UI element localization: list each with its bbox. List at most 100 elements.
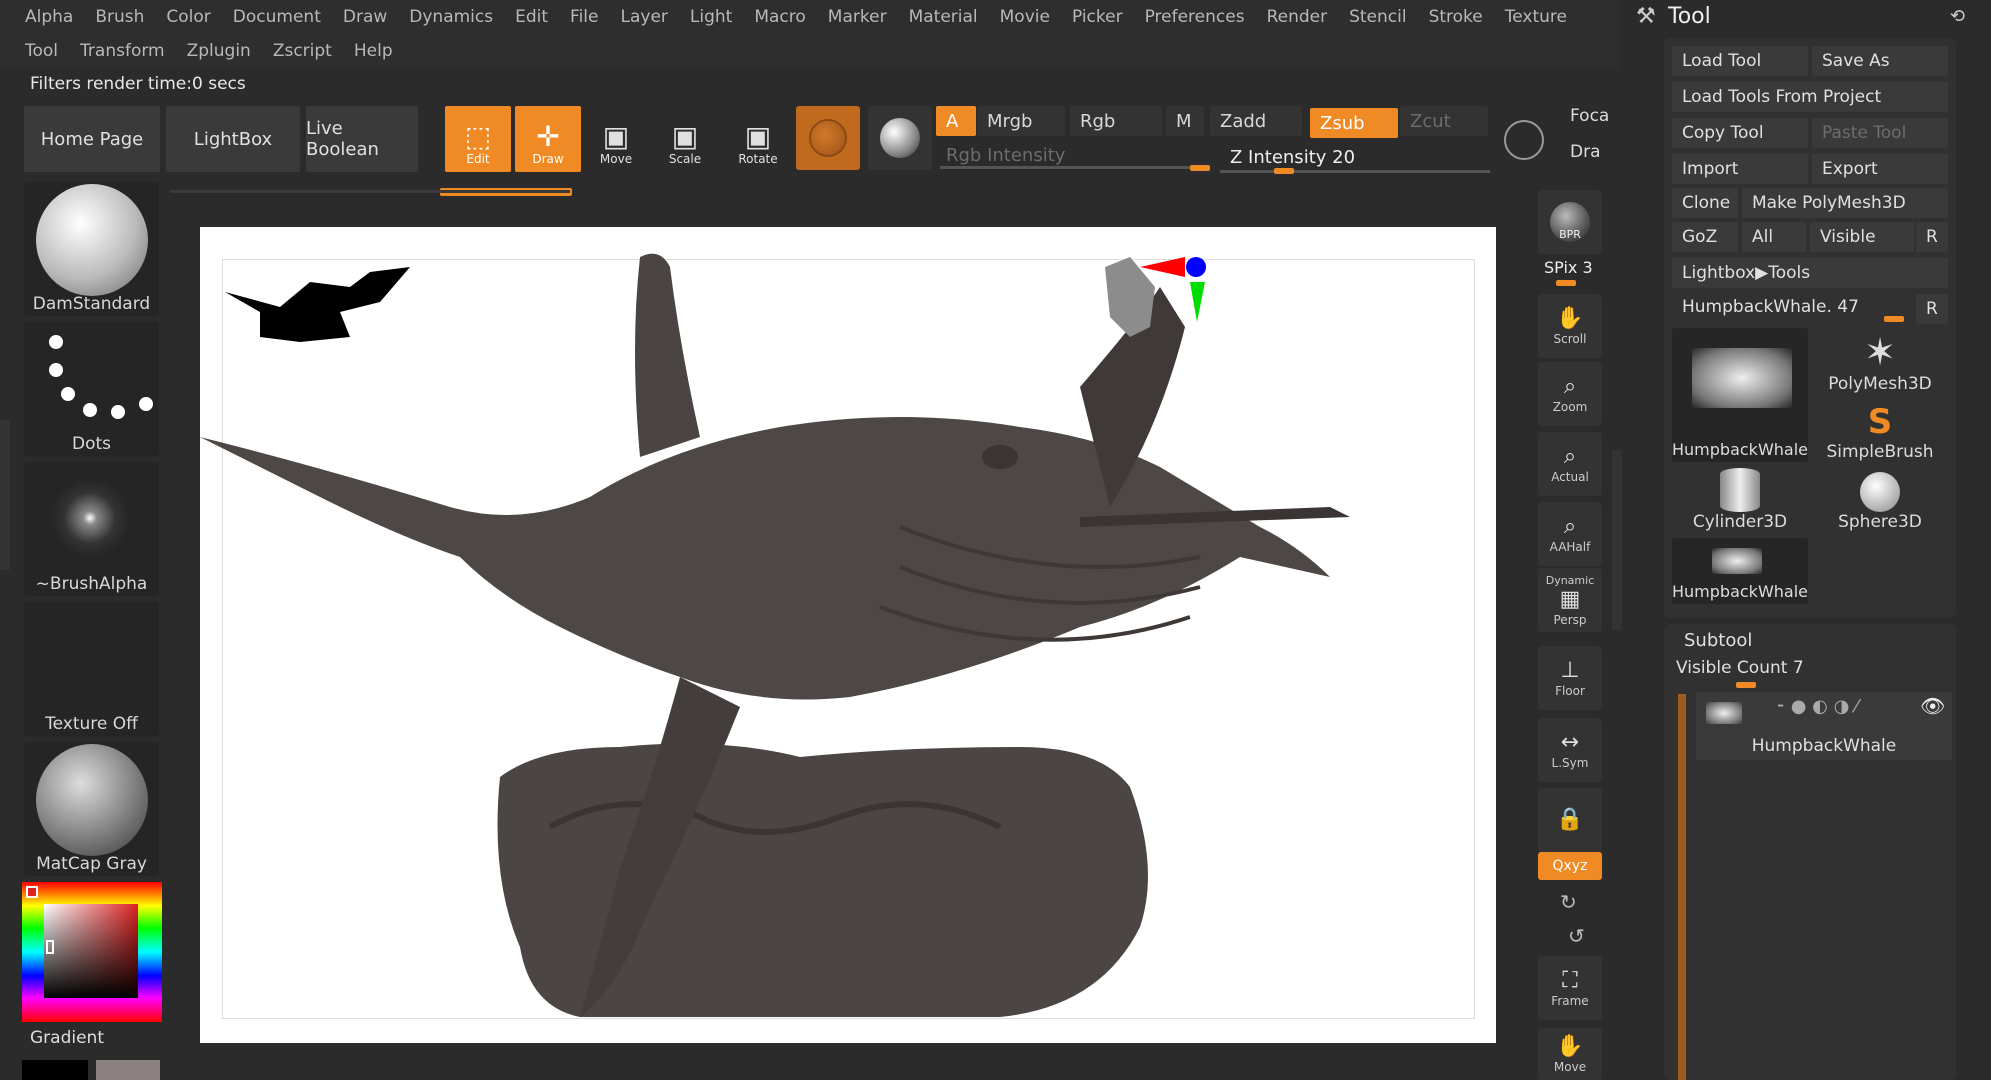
lightbox-button[interactable]: LightBox xyxy=(166,106,300,172)
menu-marker[interactable]: Marker xyxy=(817,7,898,27)
visible-count-slider[interactable]: Visible Count 7 xyxy=(1676,658,1804,678)
persp-button[interactable]: Dynamic ▦ Persp xyxy=(1538,568,1602,632)
color-picker-cursor[interactable] xyxy=(46,940,54,954)
menu-dynamics[interactable]: Dynamics xyxy=(398,7,504,27)
subtool-toggle-icons[interactable]: ⁃ ● ◐ ◑ ⁄ xyxy=(1776,696,1858,717)
actual-button[interactable]: ⌕ Actual xyxy=(1538,432,1602,496)
goz-button[interactable]: GoZ xyxy=(1672,222,1738,252)
rgb-intensity-knob[interactable] xyxy=(1190,165,1210,171)
goz-r-button[interactable]: R xyxy=(1916,222,1948,252)
local-symmetry-button[interactable]: ↔ L.Sym xyxy=(1538,718,1602,782)
menu-tool[interactable]: Tool xyxy=(14,41,69,61)
menu-zplugin[interactable]: Zplugin xyxy=(176,41,262,61)
subtool-scrollbar[interactable] xyxy=(1678,694,1686,1080)
aahalf-button[interactable]: ⌕ AAHalf xyxy=(1538,502,1602,566)
menu-material[interactable]: Material xyxy=(898,7,989,27)
main-color-swatch-2[interactable] xyxy=(96,1060,160,1080)
zoom-button[interactable]: ⌕ Zoom xyxy=(1538,362,1602,426)
zcut-toggle[interactable]: Zcut xyxy=(1400,106,1488,136)
menu-preferences[interactable]: Preferences xyxy=(1134,7,1256,27)
menu-alpha[interactable]: Alpha xyxy=(14,7,84,27)
menu-brush[interactable]: Brush xyxy=(84,7,155,27)
whale-model-viewport[interactable] xyxy=(200,227,1496,1043)
stroke-selector[interactable]: Dots xyxy=(24,322,159,456)
copy-tool-button[interactable]: Copy Tool xyxy=(1672,118,1808,148)
y-rotation-icon[interactable]: ↻ xyxy=(1560,890,1577,914)
visible-count-knob[interactable] xyxy=(1736,682,1756,688)
z-intensity-slider[interactable]: Z Intensity 20 xyxy=(1220,142,1490,172)
draw-mode-button[interactable]: ✛ Draw xyxy=(515,106,581,172)
menu-picker[interactable]: Picker xyxy=(1061,7,1134,27)
load-tool-button[interactable]: Load Tool xyxy=(1672,46,1808,76)
tool-thumb-simplebrush[interactable]: S SimpleBrush xyxy=(1812,396,1948,462)
zadd-toggle[interactable]: Zadd xyxy=(1210,106,1302,136)
current-tool-slider[interactable]: HumpbackWhale. 47 xyxy=(1672,292,1912,322)
import-button[interactable]: Import xyxy=(1672,154,1808,184)
color-picker[interactable] xyxy=(22,882,162,1022)
z-rotation-icon[interactable]: ↺ xyxy=(1568,924,1585,948)
live-boolean-button[interactable]: Live Boolean xyxy=(306,106,418,172)
tool-thumb-humpbackwhale[interactable]: HumpbackWhale xyxy=(1672,328,1808,462)
eye-visibility-icon[interactable]: 👁 xyxy=(1920,694,1945,718)
material-swatch-button[interactable] xyxy=(796,106,860,170)
lightbox-tools-button[interactable]: Lightbox▶Tools xyxy=(1672,258,1948,288)
menu-layer[interactable]: Layer xyxy=(610,7,679,27)
menu-zscript[interactable]: Zscript xyxy=(262,41,343,61)
scroll-button[interactable]: ✋ Scroll xyxy=(1538,294,1602,358)
left-tray-handle[interactable] xyxy=(0,420,10,570)
gradient-label[interactable]: Gradient xyxy=(30,1028,104,1048)
load-tools-from-project-button[interactable]: Load Tools From Project xyxy=(1672,82,1948,112)
m-toggle[interactable]: M xyxy=(1166,106,1204,136)
tool-thumb-sphere3d[interactable]: Sphere3D xyxy=(1812,466,1948,532)
main-color-swatch[interactable] xyxy=(26,886,38,898)
export-button[interactable]: Export xyxy=(1812,154,1948,184)
menu-color[interactable]: Color xyxy=(155,7,221,27)
menu-stroke[interactable]: Stroke xyxy=(1418,7,1494,27)
move-mode-button[interactable]: ▣ Move xyxy=(583,106,649,172)
rotate-mode-button[interactable]: ▣ Rotate xyxy=(725,106,791,172)
material-selector[interactable]: MatCap Gray xyxy=(24,742,159,876)
sculptris-button[interactable] xyxy=(868,106,932,170)
goz-all-button[interactable]: All xyxy=(1742,222,1806,252)
alpha-selector[interactable]: ~BrushAlpha xyxy=(24,462,159,596)
spix-label[interactable]: SPix 3 xyxy=(1544,258,1593,277)
lock-button[interactable]: 🔒 xyxy=(1538,788,1602,852)
clone-button[interactable]: Clone xyxy=(1672,188,1738,218)
subtool-item-humpbackwhale[interactable]: ⁃ ● ◐ ◑ ⁄ 👁 HumpbackWhale xyxy=(1696,692,1952,760)
edit-mode-button[interactable]: ⬚ Edit xyxy=(445,106,511,172)
tool-thumb-cylinder3d[interactable]: Cylinder3D xyxy=(1672,466,1808,532)
paste-tool-button[interactable]: Paste Tool xyxy=(1812,118,1948,148)
refresh-icon[interactable]: ⟲ xyxy=(1950,6,1965,27)
current-tool-knob[interactable] xyxy=(1884,316,1904,322)
current-tool-r-button[interactable]: R xyxy=(1916,294,1948,324)
menu-texture[interactable]: Texture xyxy=(1494,7,1578,27)
subtool-title[interactable]: Subtool xyxy=(1684,630,1752,651)
save-as-button[interactable]: Save As xyxy=(1812,46,1948,76)
menu-draw[interactable]: Draw xyxy=(332,7,398,27)
menu-file[interactable]: File xyxy=(559,7,609,27)
menu-macro[interactable]: Macro xyxy=(743,7,816,27)
menu-transform[interactable]: Transform xyxy=(69,41,176,61)
menu-stencil[interactable]: Stencil xyxy=(1338,7,1417,27)
zsub-toggle[interactable]: Zsub xyxy=(1310,108,1398,138)
home-page-button[interactable]: Home Page xyxy=(24,106,160,172)
rgb-toggle[interactable]: Rgb xyxy=(1070,106,1162,136)
texture-selector[interactable]: Texture Off xyxy=(24,602,159,736)
color-picker-square[interactable] xyxy=(44,904,138,998)
scale-mode-button[interactable]: ▣ Scale xyxy=(652,106,718,172)
menu-movie[interactable]: Movie xyxy=(989,7,1061,27)
make-polymesh3d-button[interactable]: Make PolyMesh3D xyxy=(1742,188,1948,218)
spix-knob[interactable] xyxy=(1556,280,1576,286)
tool-thumb-humpbackwhale-2[interactable]: HumpbackWhale xyxy=(1672,538,1808,604)
focal-shift-icon[interactable] xyxy=(1504,120,1544,160)
brush-selector[interactable]: DamStandard xyxy=(24,182,159,316)
a-toggle[interactable]: A xyxy=(936,106,976,136)
tool-palette-title[interactable]: Tool xyxy=(1668,4,1711,29)
z-intensity-knob[interactable] xyxy=(1274,168,1294,174)
document-canvas[interactable] xyxy=(200,227,1496,1043)
menu-render[interactable]: Render xyxy=(1256,7,1339,27)
focal-shift-label[interactable]: Foca xyxy=(1570,106,1609,126)
floor-button[interactable]: ⊥ Floor xyxy=(1538,646,1602,710)
bpr-button[interactable]: BPR xyxy=(1538,190,1602,254)
menu-light[interactable]: Light xyxy=(679,7,743,27)
